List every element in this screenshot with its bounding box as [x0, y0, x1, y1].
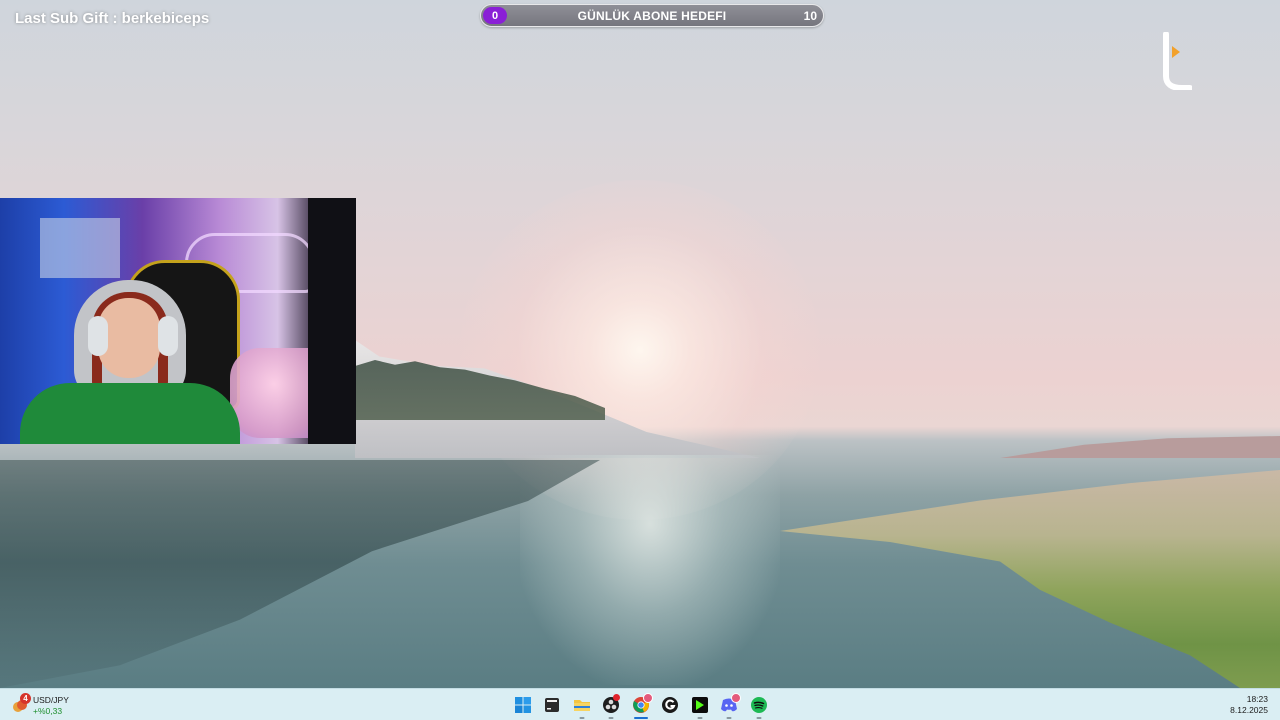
- taskbar-app-terminal[interactable]: [538, 689, 568, 720]
- running-indicator: [633, 717, 648, 719]
- start-button[interactable]: [508, 689, 538, 720]
- goal-target-count: 10: [803, 9, 817, 23]
- webcam-headphone-right: [158, 316, 178, 356]
- windows-icon: [514, 697, 531, 713]
- subscriber-goal-bar: 0 GÜNLÜK ABONE HEDEFI 10: [480, 4, 824, 27]
- widget-notification-badge: 4: [20, 693, 31, 704]
- taskbar-apps: [508, 689, 774, 720]
- channel-logo-icon: [1158, 31, 1193, 91]
- taskbar-app-g[interactable]: [656, 689, 686, 720]
- clock-date: 8.12.2025: [1230, 705, 1268, 715]
- webcam-headphone-left: [88, 316, 108, 356]
- taskbar-app-spotify[interactable]: [744, 689, 774, 720]
- kick-icon: [691, 697, 708, 713]
- running-indicator: [608, 717, 614, 719]
- widget-title: USD/JPY: [33, 695, 69, 705]
- g-icon: [662, 697, 679, 713]
- running-indicator: [756, 717, 762, 719]
- taskbar-app-file-explorer[interactable]: [567, 689, 597, 720]
- taskbar-app-kick[interactable]: [685, 689, 715, 720]
- running-indicator: [579, 717, 585, 719]
- wallpaper-distant-hill: [1000, 436, 1280, 458]
- profile-badge: [642, 693, 653, 703]
- webcam-curtain: [308, 198, 356, 444]
- taskbar-app-chrome[interactable]: [626, 689, 656, 720]
- terminal-icon: [545, 698, 560, 712]
- spotify-icon: [750, 697, 767, 713]
- taskbar-app-discord[interactable]: [715, 689, 745, 720]
- webcam-shelf: [40, 218, 120, 278]
- stock-widget[interactable]: 4 USD/JPY +%0,33: [10, 692, 90, 718]
- last-sub-gift-label: Last Sub Gift : berkebiceps: [15, 10, 210, 27]
- taskbar-app-obs[interactable]: [597, 689, 627, 720]
- running-indicator: [697, 717, 703, 719]
- webcam-green-jacket: [20, 383, 240, 444]
- clock-time: 18:23: [1246, 694, 1268, 704]
- wallpaper-grass-shore: [780, 470, 1280, 688]
- wallpaper-reflection: [0, 460, 600, 688]
- taskbar-clock[interactable]: 18:23 8.12.2025: [1230, 694, 1268, 716]
- wallpaper-water: [520, 455, 780, 685]
- recording-dot: [613, 694, 620, 701]
- widget-change: +%0,33: [33, 706, 63, 716]
- goal-title: GÜNLÜK ABONE HEDEFI: [577, 9, 727, 23]
- taskbar: 4 USD/JPY +%0,33 18:23 8.12.2025: [0, 688, 1280, 720]
- folder-icon: [573, 700, 590, 711]
- discord-notification-badge: [731, 693, 741, 703]
- running-indicator: [726, 717, 732, 719]
- webcam-feed: [0, 198, 356, 444]
